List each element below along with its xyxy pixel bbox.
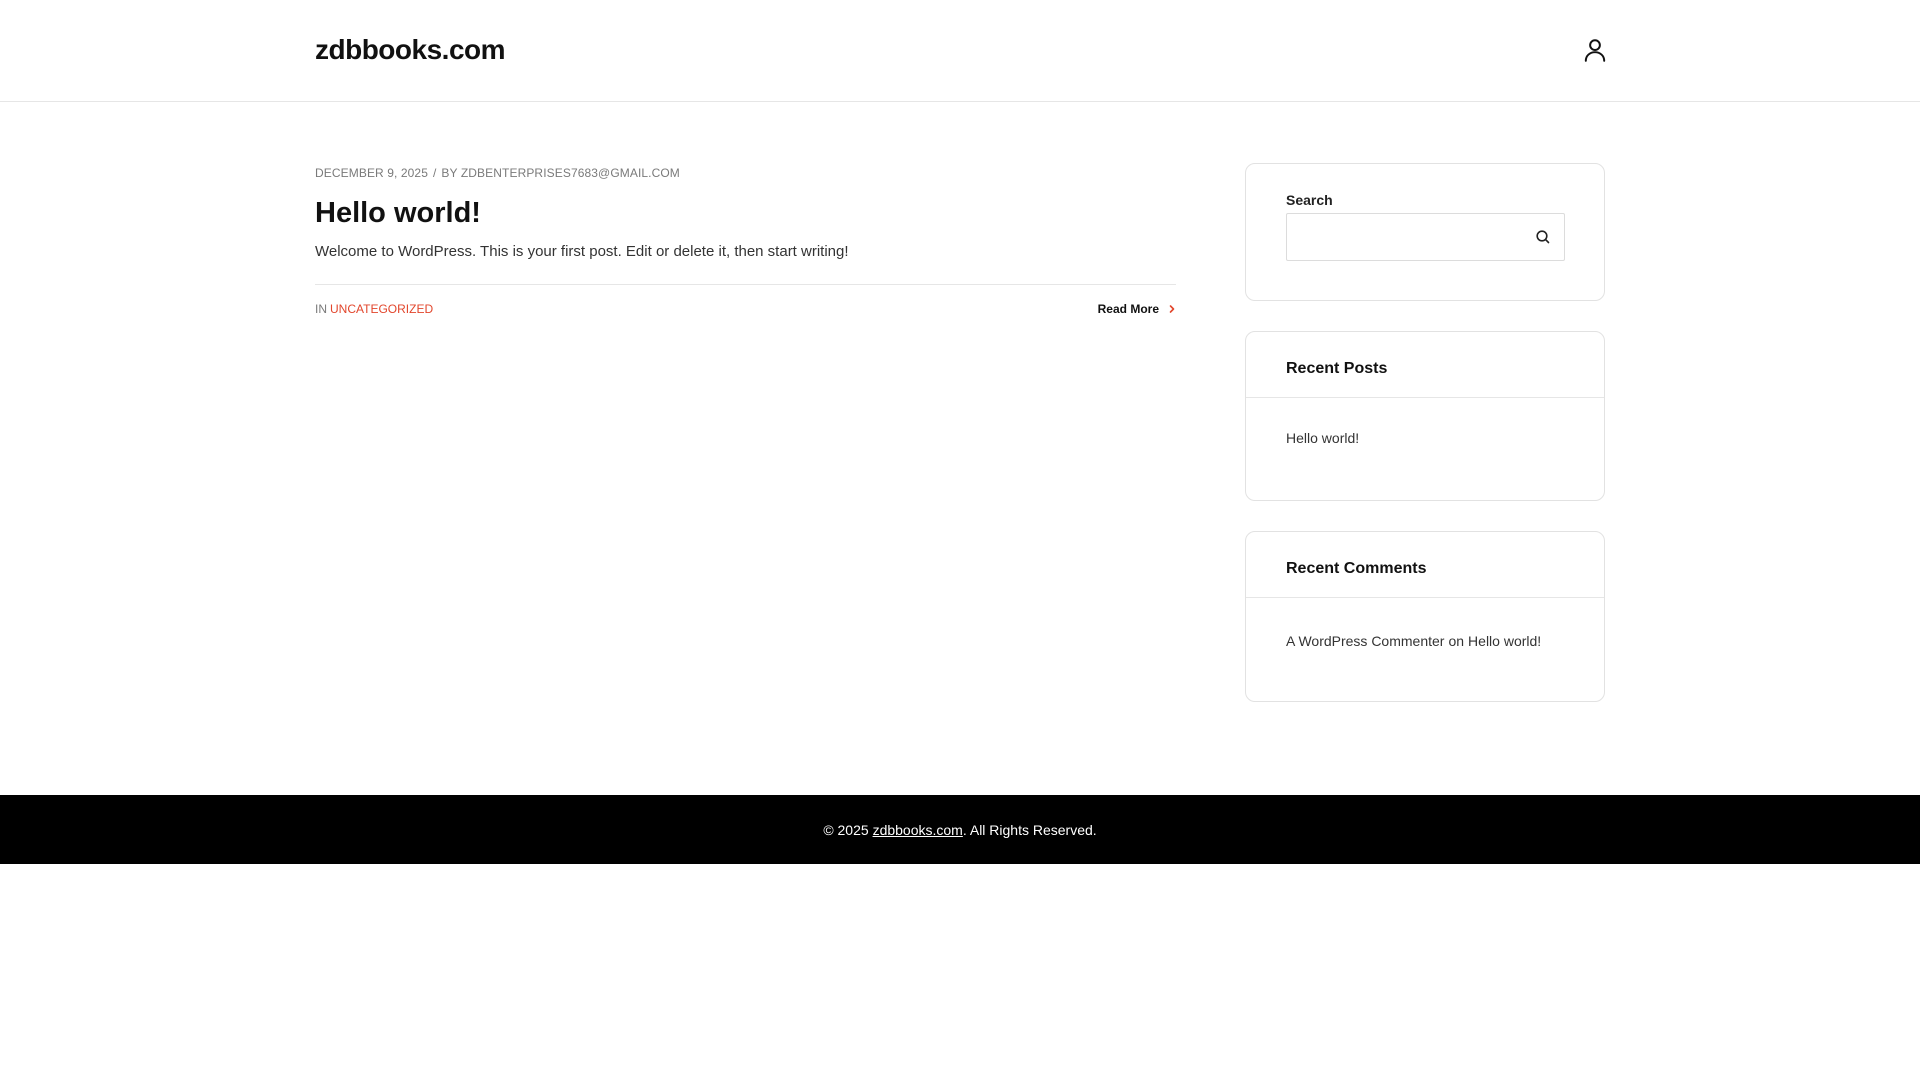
chevron-right-icon	[1169, 305, 1175, 313]
comment-on-label: on	[1448, 633, 1465, 649]
post-title-link[interactable]: Hello world!	[315, 195, 1176, 231]
post-meta: DECEMBER 9, 2025 / BY ZDBENTERPRISES7683@G…	[315, 164, 1176, 182]
post-article: DECEMBER 9, 2025 / BY ZDBENTERPRISES7683@G…	[315, 164, 1176, 322]
read-more-link[interactable]: Read More	[1098, 302, 1176, 316]
recent-posts-header: Recent Posts	[1246, 332, 1604, 398]
post-divider	[315, 284, 1176, 285]
post-excerpt: Welcome to WordPress. This is your first…	[315, 243, 849, 260]
recent-posts-widget: Recent Posts Hello world!	[1245, 331, 1605, 501]
post-author-link[interactable]: ZDBENTERPRISES7683@GMAIL.COM	[461, 166, 680, 180]
post-footer: IN UNCATEGORIZED Read More	[315, 302, 1176, 322]
recent-comments-title: Recent Comments	[1286, 560, 1427, 577]
recent-post-link[interactable]: Hello world!	[1286, 430, 1359, 446]
search-input[interactable]	[1287, 214, 1517, 260]
read-more-label: Read More	[1097, 302, 1159, 316]
category-link[interactable]: UNCATEGORIZED	[330, 302, 433, 316]
comment-post-link[interactable]: Hello world!	[1468, 633, 1541, 649]
copyright-text: © 2025 zdbbooks.com. All Rights Reserved…	[823, 822, 1096, 838]
search-label: Search	[1286, 192, 1333, 208]
copyright-prefix: © 2025	[823, 821, 869, 838]
site-title-link[interactable]: zdbbooks.com	[315, 34, 506, 66]
category-in-label: IN	[315, 302, 327, 316]
post-date-link[interactable]: DECEMBER 9, 2025	[315, 166, 428, 180]
recent-comments-header: Recent Comments	[1246, 532, 1604, 598]
search-box	[1286, 213, 1565, 261]
site-header: zdbbooks.com	[0, 0, 1920, 102]
by-label: BY	[441, 166, 458, 180]
recent-posts-title: Recent Posts	[1286, 360, 1388, 377]
comment-author-link[interactable]: A WordPress Commenter	[1286, 633, 1444, 649]
copyright-suffix: . All Rights Reserved.	[962, 821, 1097, 838]
site-footer: © 2025 zdbbooks.com. All Rights Reserved…	[0, 795, 1920, 864]
footer-site-link[interactable]: zdbbooks.com	[873, 822, 963, 838]
search-icon[interactable]	[1532, 226, 1554, 248]
recent-comments-widget: Recent Comments A WordPress Commenter on H…	[1245, 531, 1605, 702]
search-widget: Search	[1245, 163, 1605, 301]
user-icon[interactable]	[1582, 37, 1608, 63]
meta-separator: /	[432, 166, 437, 180]
recent-comment-item: A WordPress Commenter on Hello world!	[1286, 633, 1541, 649]
